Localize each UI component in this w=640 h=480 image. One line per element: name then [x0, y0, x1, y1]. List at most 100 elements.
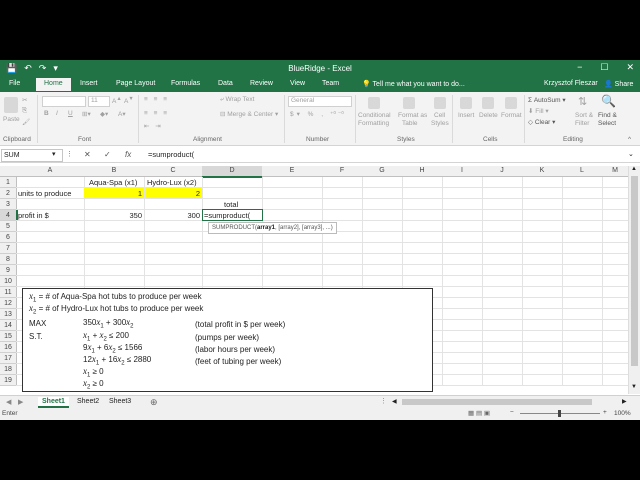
column-header-a[interactable]: A — [16, 166, 85, 177]
paste-icon[interactable] — [4, 97, 18, 113]
row-header-12[interactable]: 12 — [0, 298, 17, 309]
cell-d4-active[interactable]: =sumproduct( — [202, 209, 263, 221]
sheet-nav-prev-icon[interactable]: ◀ — [6, 398, 11, 406]
cell-c2[interactable]: 2 — [144, 188, 200, 199]
tab-page-layout[interactable]: Page Layout — [116, 80, 155, 87]
format-as-table-icon[interactable] — [403, 97, 415, 109]
autosum-button[interactable]: Σ AutoSum ▾ — [528, 96, 566, 104]
font-color-icon[interactable]: A▾ — [118, 110, 126, 118]
zoom-out-icon[interactable]: − — [510, 409, 514, 416]
column-header-d[interactable]: D — [202, 166, 263, 178]
row-header-14[interactable]: 14 — [0, 320, 17, 331]
borders-icon[interactable]: ⊞▾ — [82, 110, 91, 118]
tab-view[interactable]: View — [290, 80, 305, 87]
tab-file[interactable]: File — [9, 80, 20, 87]
tab-team[interactable]: Team — [322, 80, 339, 87]
column-header-h[interactable]: H — [402, 166, 443, 177]
tab-data[interactable]: Data — [218, 80, 233, 87]
column-header-g[interactable]: G — [362, 166, 403, 177]
vertical-scrollbar[interactable]: ▲ ▼ — [628, 166, 640, 394]
number-format-select[interactable]: General — [288, 96, 352, 107]
conditional-formatting-icon[interactable] — [368, 97, 380, 109]
formula-input[interactable]: =sumproduct( — [148, 150, 194, 159]
tab-home[interactable]: Home — [36, 78, 71, 91]
formula-bar-drag-handle[interactable]: ⋮ — [66, 150, 73, 158]
wrap-text-button[interactable]: ⤶ Wrap Text — [220, 96, 254, 104]
share-button[interactable]: 👤 Share — [604, 80, 633, 88]
find-select-line1[interactable]: Find & — [598, 112, 617, 119]
copy-icon[interactable]: ⎘ — [22, 107, 27, 115]
row-header-2[interactable]: 2 — [0, 188, 17, 199]
cell-a2[interactable]: units to produce — [18, 188, 71, 199]
split-handle[interactable]: ⋮ — [380, 397, 387, 405]
insert-function-button[interactable]: fx — [125, 150, 131, 159]
cancel-entry-button[interactable]: ✕ — [84, 150, 91, 159]
view-buttons[interactable]: ▦ ▤ ▣ — [468, 409, 490, 417]
expand-formula-bar-icon[interactable]: ⌄ — [628, 150, 634, 158]
row-header-15[interactable]: 15 — [0, 331, 17, 342]
format-as-table-line2[interactable]: Table — [402, 120, 418, 127]
cell-b4[interactable]: 350 — [84, 210, 142, 221]
align-top-icons[interactable]: ≡ ≡ ≡ — [144, 96, 169, 103]
cut-icon[interactable]: ✂ — [22, 96, 27, 104]
fill-color-icon[interactable]: ◆▾ — [100, 110, 108, 118]
underline-button[interactable]: U — [68, 110, 73, 117]
bold-button[interactable]: B — [44, 110, 49, 117]
cell-c1[interactable]: Hydro-Lux (x2) — [147, 177, 197, 188]
sheet-tab-sheet3[interactable]: Sheet3 — [105, 397, 135, 406]
confirm-entry-button[interactable]: ✓ — [104, 150, 111, 159]
row-header-8[interactable]: 8 — [0, 254, 17, 265]
close-button[interactable]: ✕ — [626, 62, 634, 73]
row-header-16[interactable]: 16 — [0, 342, 17, 353]
row-header-1[interactable]: 1 — [0, 177, 17, 188]
delete-cells-button[interactable]: Delete — [479, 112, 498, 119]
cell-b1[interactable]: Aqua-Spa (x1) — [89, 177, 137, 188]
cell-a4[interactable]: profit in $ — [18, 210, 49, 221]
column-header-k[interactable]: K — [522, 166, 563, 177]
row-header-6[interactable]: 6 — [0, 232, 17, 243]
column-header-l[interactable]: L — [562, 166, 603, 177]
sort-filter-line1[interactable]: Sort & — [575, 112, 593, 119]
lp-model-textbox[interactable]: x1 = # of Aqua-Spa hot tubs to produce p… — [22, 288, 433, 392]
name-box-dropdown-icon[interactable]: ▾ — [52, 150, 56, 158]
sheet-tab-sheet1[interactable]: Sheet1 — [38, 397, 69, 408]
clear-button[interactable]: ◇ Clear ▾ — [528, 118, 555, 126]
font-size-select[interactable]: 11 — [88, 96, 110, 107]
format-as-table-line1[interactable]: Format as — [398, 112, 427, 119]
conditional-formatting-line1[interactable]: Conditional — [358, 112, 391, 119]
scroll-thumb[interactable] — [631, 176, 638, 366]
column-header-i[interactable]: I — [442, 166, 483, 177]
column-header-e[interactable]: E — [262, 166, 323, 177]
format-cells-icon[interactable] — [505, 97, 517, 109]
row-header-19[interactable]: 19 — [0, 375, 17, 386]
collapse-ribbon-icon[interactable]: ^ — [628, 136, 631, 143]
decimal-icons[interactable]: ⁺⁰ ⁻⁰ — [330, 110, 344, 118]
number-format-icons[interactable]: $▾ % , — [290, 110, 326, 118]
column-header-m[interactable]: M — [602, 166, 629, 177]
italic-button[interactable]: I — [56, 110, 58, 117]
row-header-13[interactable]: 13 — [0, 309, 17, 320]
zoom-in-icon[interactable]: + — [603, 409, 607, 416]
hscroll-left-icon[interactable]: ◀ — [392, 398, 397, 405]
format-cells-button[interactable]: Format — [501, 112, 522, 119]
tab-insert[interactable]: Insert — [80, 80, 98, 87]
find-select-icon[interactable]: 🔍 — [601, 94, 616, 108]
row-header-11[interactable]: 11 — [0, 287, 17, 298]
insert-cells-button[interactable]: Insert — [458, 112, 474, 119]
fill-button[interactable]: ⬇ Fill ▾ — [528, 107, 549, 115]
select-all-corner[interactable] — [0, 166, 17, 177]
cell-styles-icon[interactable] — [434, 97, 446, 109]
row-header-7[interactable]: 7 — [0, 243, 17, 254]
sheet-nav-next-icon[interactable]: ▶ — [18, 398, 23, 406]
cell-styles-line2[interactable]: Styles — [431, 120, 449, 127]
paste-button[interactable]: Paste — [3, 116, 20, 123]
delete-cells-icon[interactable] — [482, 97, 494, 109]
zoom-slider-thumb[interactable] — [558, 410, 561, 417]
row-header-10[interactable]: 10 — [0, 276, 17, 287]
restore-button[interactable]: ☐ — [600, 62, 608, 73]
cell-c4[interactable]: 300 — [144, 210, 200, 221]
sort-filter-icon[interactable]: ⇅ — [578, 95, 587, 108]
hscroll-thumb[interactable] — [402, 399, 592, 405]
minimize-button[interactable]: − — [577, 62, 582, 73]
row-header-3[interactable]: 3 — [0, 199, 17, 210]
